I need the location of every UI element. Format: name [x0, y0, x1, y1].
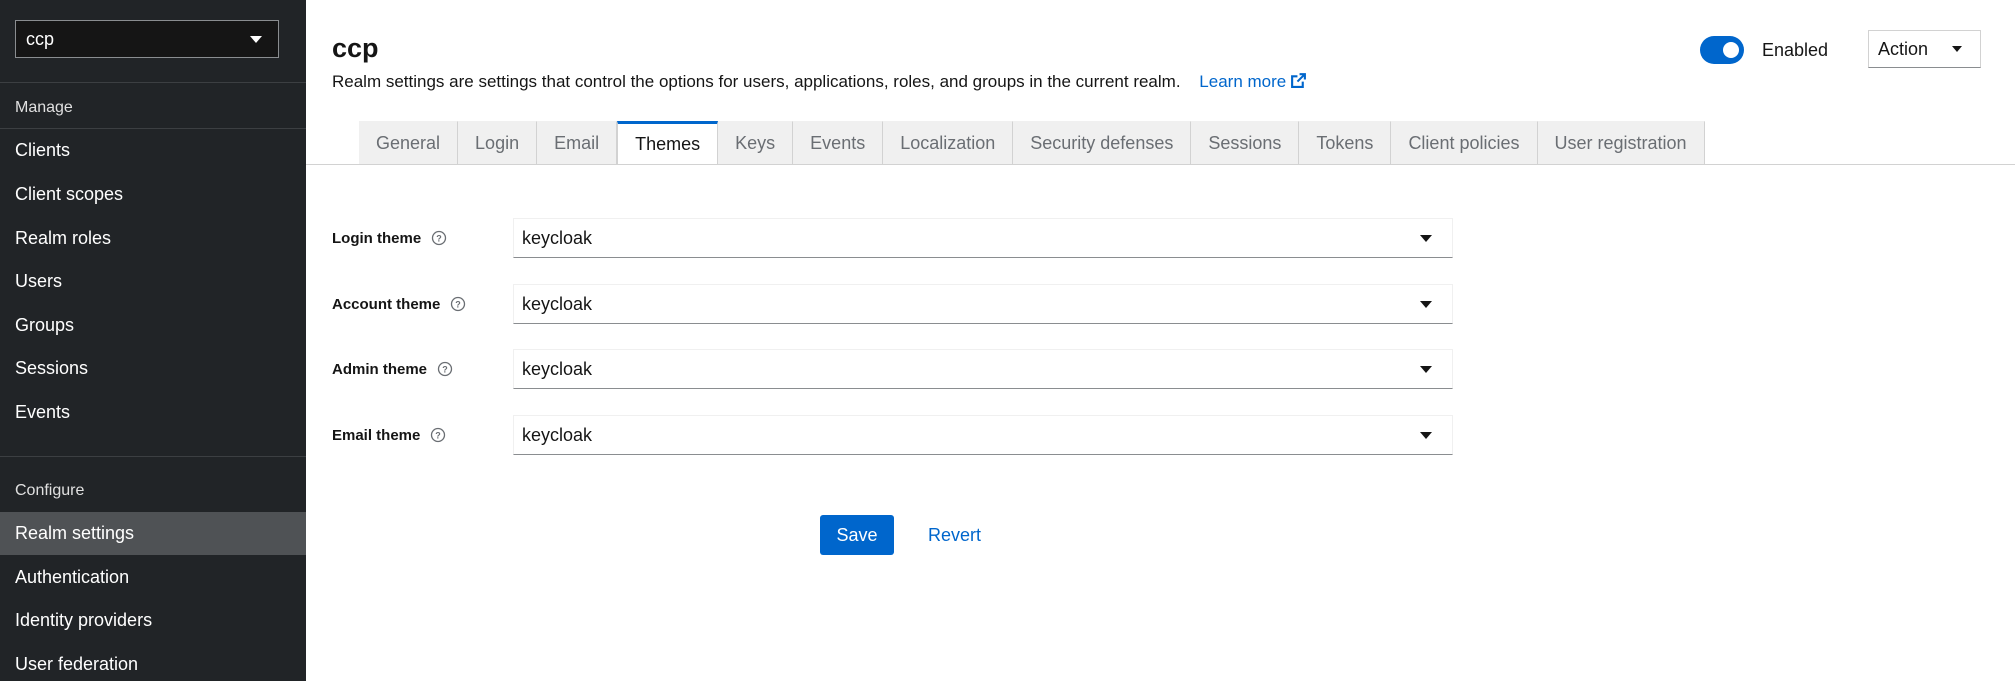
sidebar-item-events[interactable]: Events — [0, 391, 306, 434]
email-theme-select[interactable]: keycloak — [513, 415, 1453, 455]
sidebar-item-identity-providers[interactable]: Identity providers — [0, 599, 306, 642]
page-title: ccp — [332, 33, 379, 63]
toggle-knob — [1723, 42, 1739, 58]
help-icon[interactable]: ? — [431, 230, 447, 246]
enabled-label: Enabled — [1762, 39, 1829, 60]
tab-user-registration[interactable]: User registration — [1537, 121, 1705, 165]
sidebar-item-label: Identity providers — [15, 610, 153, 630]
tab-general[interactable]: General — [359, 121, 459, 165]
sidebar-item-sessions[interactable]: Sessions — [0, 347, 306, 390]
help-icon[interactable]: ? — [430, 427, 446, 443]
tab-localization[interactable]: Localization — [883, 121, 1014, 165]
sidebar-item-label: Events — [15, 402, 71, 422]
sidebar-item-label: Realm roles — [15, 228, 112, 248]
realm-selector[interactable]: ccp — [15, 20, 279, 58]
tabs-divider — [306, 164, 2015, 165]
sidebar-item-groups[interactable]: Groups — [0, 304, 306, 347]
page-description-text: Realm settings are settings that control… — [332, 72, 1181, 91]
sidebar: ccp Manage Clients Client scopes Realm r… — [0, 0, 306, 681]
nav-divider — [0, 456, 306, 457]
tab-events[interactable]: Events — [793, 121, 884, 165]
svg-text:?: ? — [436, 234, 442, 244]
account-theme-select[interactable]: keycloak — [513, 284, 1453, 324]
account-theme-value: keycloak — [522, 293, 593, 314]
login-theme-label: Login theme ? — [332, 218, 447, 258]
tab-keys[interactable]: Keys — [718, 121, 794, 165]
account-theme-row: Account theme ? keycloak — [332, 284, 1532, 324]
account-theme-label-text: Account theme — [332, 295, 441, 313]
sidebar-item-authentication[interactable]: Authentication — [0, 556, 306, 599]
email-theme-row: Email theme ? keycloak — [332, 415, 1532, 455]
learn-more-link[interactable]: Learn more — [1199, 72, 1307, 91]
admin-theme-select[interactable]: keycloak — [513, 349, 1453, 389]
email-theme-label: Email theme ? — [332, 415, 446, 455]
sidebar-item-label: Clients — [15, 140, 71, 160]
save-button[interactable]: Save — [820, 515, 894, 555]
nav-section-manage: Manage — [15, 99, 73, 116]
tab-sessions[interactable]: Sessions — [1191, 121, 1300, 165]
email-theme-value: keycloak — [522, 424, 593, 445]
admin-theme-label-text: Admin theme — [332, 360, 428, 378]
sidebar-item-user-federation[interactable]: User federation — [0, 643, 306, 681]
sidebar-item-users[interactable]: Users — [0, 260, 306, 303]
tab-tokens[interactable]: Tokens — [1299, 121, 1392, 165]
admin-theme-row: Admin theme ? keycloak — [332, 349, 1532, 389]
tab-security-defenses[interactable]: Security defenses — [1013, 121, 1192, 165]
help-icon[interactable]: ? — [450, 296, 466, 312]
caret-down-icon — [1420, 365, 1432, 373]
sidebar-item-label: Sessions — [15, 358, 89, 378]
login-theme-row: Login theme ? keycloak — [332, 218, 1532, 258]
tab-themes[interactable]: Themes — [617, 121, 719, 165]
sidebar-item-label: Authentication — [15, 567, 130, 587]
caret-down-icon — [250, 35, 262, 43]
realm-settings-tabs: General Login Email Themes Keys Events L… — [359, 121, 1705, 165]
sidebar-item-clients[interactable]: Clients — [0, 129, 306, 172]
help-icon[interactable]: ? — [437, 361, 453, 377]
action-label: Action — [1878, 38, 1929, 59]
sidebar-item-label: User federation — [15, 654, 139, 674]
svg-text:?: ? — [436, 431, 442, 441]
svg-text:?: ? — [456, 300, 462, 310]
tab-email[interactable]: Email — [537, 121, 618, 165]
caret-down-icon — [1420, 300, 1432, 308]
revert-button[interactable]: Revert — [928, 515, 981, 555]
sidebar-item-label: Users — [15, 271, 63, 291]
main-content: ccp Realm settings are settings that con… — [306, 0, 2015, 681]
login-theme-label-text: Login theme — [332, 229, 422, 247]
sidebar-item-label: Realm settings — [15, 523, 135, 543]
realm-selector-value: ccp — [26, 28, 55, 49]
tab-login[interactable]: Login — [458, 121, 538, 165]
caret-down-icon — [1420, 431, 1432, 439]
nav-divider — [0, 82, 306, 83]
sidebar-item-realm-roles[interactable]: Realm roles — [0, 217, 306, 260]
tab-client-policies[interactable]: Client policies — [1391, 121, 1538, 165]
nav-section-configure: Configure — [15, 482, 85, 499]
sidebar-item-client-scopes[interactable]: Client scopes — [0, 173, 306, 216]
email-theme-label-text: Email theme — [332, 426, 421, 444]
account-theme-label: Account theme ? — [332, 284, 466, 324]
admin-theme-label: Admin theme ? — [332, 349, 453, 389]
caret-down-icon — [1420, 234, 1432, 242]
enabled-toggle-wrapper: Enabled — [1700, 36, 1828, 64]
login-theme-select[interactable]: keycloak — [513, 218, 1453, 258]
login-theme-value: keycloak — [522, 227, 593, 248]
external-link-icon — [1291, 73, 1307, 88]
sidebar-item-label: Client scopes — [15, 184, 124, 204]
sidebar-item-realm-settings[interactable]: Realm settings — [0, 512, 306, 555]
sidebar-item-label: Groups — [15, 315, 75, 335]
caret-down-icon — [1952, 46, 1962, 52]
admin-theme-value: keycloak — [522, 358, 593, 379]
page-description: Realm settings are settings that control… — [332, 72, 1307, 92]
action-dropdown[interactable]: Action — [1868, 30, 1981, 68]
learn-more-label: Learn more — [1199, 72, 1287, 91]
svg-text:?: ? — [442, 365, 448, 375]
enabled-toggle[interactable] — [1700, 36, 1744, 64]
